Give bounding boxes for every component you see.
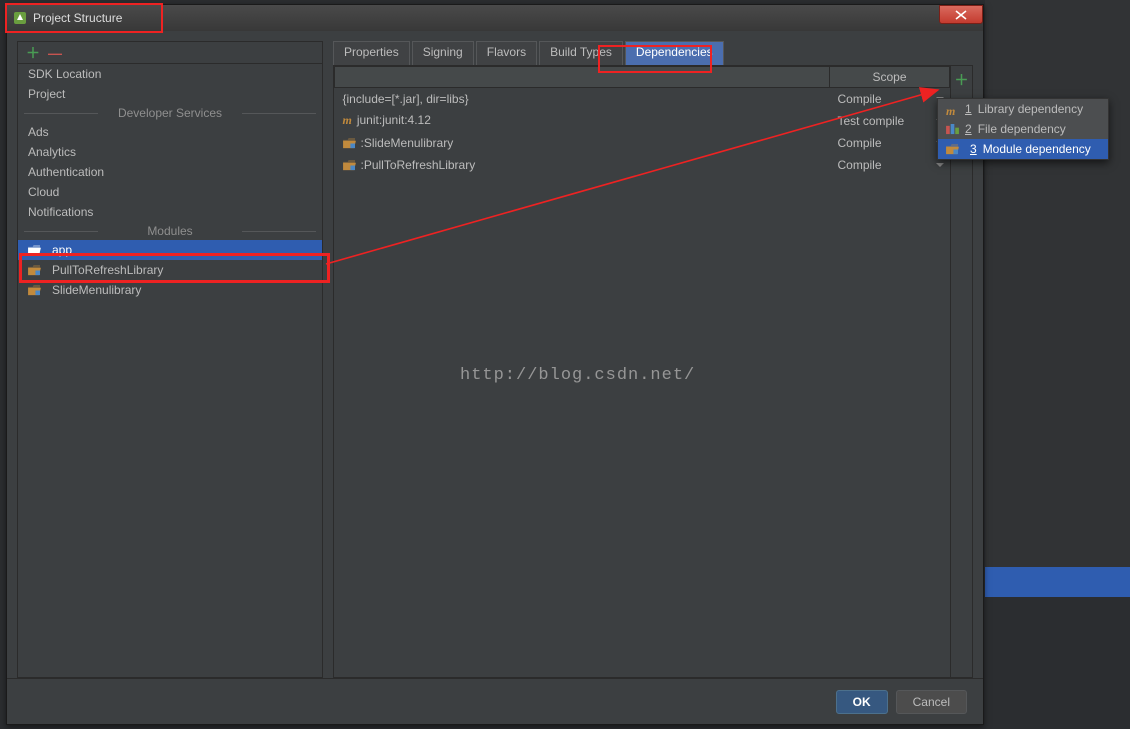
sidebar-item-label: SlideMenulibrary (52, 283, 141, 297)
dependency-name-cell: :PullToRefreshLibrary (335, 154, 830, 176)
sidebar-item-analytics[interactable]: Analytics (18, 142, 322, 162)
background-accent (985, 567, 1130, 597)
sidebar-item-label: Ads (28, 125, 49, 139)
dependency-name-cell: {include=[*.jar], dir=libs} (335, 88, 830, 110)
annotation-title-highlight (5, 3, 163, 33)
left-toolbar: ＋ — (18, 42, 322, 64)
popup-item-label: Module dependency (983, 142, 1091, 156)
add-dependency-button[interactable]: ＋ (955, 70, 969, 90)
dependency-row[interactable]: mjunit:junit:4.12Test compile (335, 110, 950, 132)
background-panel (985, 0, 1130, 567)
left-section-header: Developer Services (18, 104, 322, 122)
tab-build-types[interactable]: Build Types (539, 41, 623, 65)
cancel-button[interactable]: Cancel (896, 690, 967, 714)
popup-item-module-dependency[interactable]: 3 Module dependency (938, 139, 1108, 159)
popup-item-label: Library dependency (978, 102, 1083, 116)
popup-item-file-dependency[interactable]: 2 File dependency (938, 119, 1108, 139)
dependency-scope-cell[interactable]: Test compile (830, 110, 950, 132)
sidebar-item-project[interactable]: Project (18, 84, 322, 104)
dependency-scope-cell[interactable]: Compile (830, 88, 950, 110)
dependency-row[interactable]: :SlideMenulibrary Compile (335, 132, 950, 154)
tab-flavors[interactable]: Flavors (476, 41, 537, 65)
sidebar-item-label: Analytics (28, 145, 76, 159)
dependency-name: junit:junit:4.12 (357, 113, 431, 127)
add-dependency-popup: m 1 Library dependency 2 File dependency… (937, 98, 1109, 160)
ok-button[interactable]: OK (836, 690, 888, 714)
remove-module-button[interactable]: — (48, 45, 62, 61)
left-list: SDK Location Project Developer Services Ads… (18, 64, 322, 677)
tab-bar: PropertiesSigningFlavorsBuild TypesDepen… (333, 41, 973, 65)
sidebar-item-label: PullToRefreshLibrary (52, 263, 163, 277)
dependency-row[interactable]: {include=[*.jar], dir=libs} Compile (335, 88, 950, 110)
popup-item-shortcut: 1 (965, 102, 972, 116)
project-structure-dialog: Project Structure ＋ — SDK Location Projec… (6, 4, 984, 725)
left-section-header: Modules (18, 222, 322, 240)
dependency-name: :SlideMenulibrary (361, 136, 454, 150)
dependency-name-cell: mjunit:junit:4.12 (335, 110, 830, 132)
sidebar-item-notifications[interactable]: Notifications (18, 202, 322, 222)
sidebar-item-label: SDK Location (28, 67, 101, 81)
left-panel: ＋ — SDK Location Project Developer Service… (17, 41, 323, 678)
popup-item-shortcut: 3 (970, 142, 977, 156)
tab-signing[interactable]: Signing (412, 41, 474, 65)
window-close-button[interactable] (939, 5, 983, 24)
dependency-name: :PullToRefreshLibrary (361, 158, 476, 172)
tab-properties[interactable]: Properties (333, 41, 410, 65)
dependencies-table: Scope {include=[*.jar], dir=libs} Compile… (334, 66, 950, 176)
dependency-name-cell: :SlideMenulibrary (335, 132, 830, 154)
sidebar-item-ads[interactable]: Ads (18, 122, 322, 142)
dependency-scope-cell[interactable]: Compile (830, 154, 950, 176)
dependency-row[interactable]: :PullToRefreshLibrary Compile (335, 154, 950, 176)
window-title: Project Structure (33, 11, 983, 25)
sidebar-item-authentication[interactable]: Authentication (18, 162, 322, 182)
dependency-scope-cell[interactable]: Compile (830, 132, 950, 154)
popup-item-library-dependency[interactable]: m 1 Library dependency (938, 99, 1108, 119)
titlebar[interactable]: Project Structure (7, 5, 983, 31)
popup-item-label: File dependency (978, 122, 1066, 136)
sidebar-item-label: Project (28, 87, 65, 101)
col-name-header[interactable] (335, 67, 830, 88)
dependencies-table-wrap: Scope {include=[*.jar], dir=libs} Compile… (333, 65, 973, 678)
sidebar-item-label: app (52, 243, 72, 257)
dependency-name: {include=[*.jar], dir=libs} (343, 92, 469, 106)
sidebar-item-label: Authentication (28, 165, 104, 179)
dialog-body: ＋ — SDK Location Project Developer Service… (7, 31, 983, 678)
tab-dependencies[interactable]: Dependencies (625, 41, 724, 65)
add-module-button[interactable]: ＋ (26, 43, 40, 63)
dialog-footer: OK Cancel (7, 678, 983, 724)
sidebar-item-pulltorefreshlibrary[interactable]: PullToRefreshLibrary (18, 260, 322, 280)
col-scope-header[interactable]: Scope (830, 67, 950, 88)
sidebar-item-sdk-location[interactable]: SDK Location (18, 64, 322, 84)
sidebar-item-slidemenulibrary[interactable]: SlideMenulibrary (18, 280, 322, 300)
right-panel: PropertiesSigningFlavorsBuild TypesDepen… (333, 41, 973, 678)
sidebar-item-label: Notifications (28, 205, 93, 219)
sidebar-item-app[interactable]: app (18, 240, 322, 260)
sidebar-item-cloud[interactable]: Cloud (18, 182, 322, 202)
popup-item-shortcut: 2 (965, 122, 972, 136)
sidebar-item-label: Cloud (28, 185, 59, 199)
dependencies-table-scroll[interactable]: Scope {include=[*.jar], dir=libs} Compile… (334, 66, 950, 677)
